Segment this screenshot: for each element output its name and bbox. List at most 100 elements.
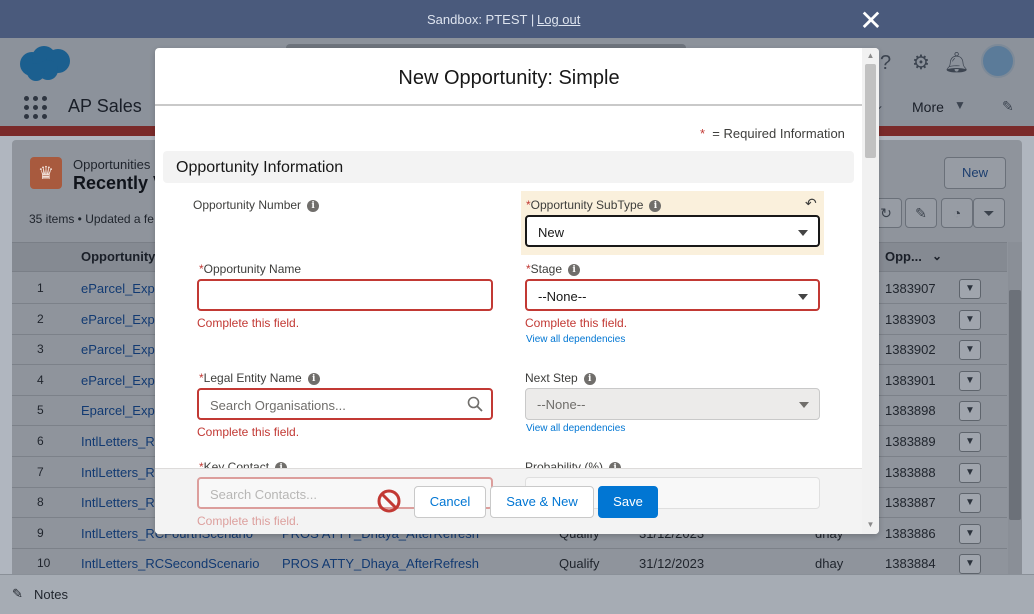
opportunity-name-link[interactable]: eParcel_Expre (81, 342, 166, 357)
opportunity-name-link[interactable]: IntlLetters_RCSecondScenario (81, 556, 260, 571)
opportunity-number-cell: 1383888 (885, 465, 936, 480)
legal-entity-label: *Legal Entity Name i (199, 371, 320, 385)
close-modal-icon[interactable]: ✕ (858, 7, 884, 35)
opportunity-number-cell: 1383907 (885, 281, 936, 296)
info-icon[interactable]: i (649, 200, 662, 212)
stage-dependencies-link[interactable]: View all dependencies (526, 334, 625, 345)
undo-icon[interactable]: ↶ (805, 195, 817, 212)
scroll-up-icon[interactable]: ▲ (864, 51, 877, 61)
opportunity-name-link[interactable]: eParcel_Expre (81, 281, 166, 296)
help-icon[interactable]: ? (880, 52, 891, 75)
opportunity-name-error: Complete this field. (197, 316, 300, 330)
notes-button[interactable]: Notes (34, 587, 68, 602)
account-name-link[interactable]: PROS ATTY_Dhaya_AfterRefresh (282, 556, 479, 571)
list-new-button[interactable]: New (944, 157, 1006, 189)
opportunity-name-label: *Opportunity Name (199, 262, 302, 276)
opportunity-number-cell: 1383902 (885, 342, 936, 357)
required-info: * = Required Information (700, 126, 845, 141)
save-and-new-button[interactable]: Save & New (490, 486, 594, 518)
chevron-down-icon[interactable]: ⌄ (932, 249, 942, 263)
opportunity-name-link[interactable]: eParcel_Expre (81, 312, 166, 327)
modal-title: New Opportunity: Simple (155, 48, 863, 106)
chevron-down-icon (799, 402, 809, 408)
edit-nav-icon[interactable]: ✎ (1002, 98, 1014, 115)
gear-icon[interactable]: ⚙ (912, 50, 930, 75)
app-name: AP Sales (68, 96, 142, 116)
opportunity-name-link[interactable]: Eparcel_Expre (81, 403, 166, 418)
row-number: 10 (37, 556, 51, 570)
list-object-label: Opportunities (73, 157, 151, 172)
list-scroll-thumb[interactable] (1009, 290, 1021, 520)
scroll-down-icon[interactable]: ▼ (864, 520, 877, 530)
cancel-button[interactable]: Cancel (414, 486, 486, 518)
filter-icon[interactable]: ⏷ (973, 198, 1005, 228)
stage-label: *Stage i (526, 262, 581, 276)
info-icon[interactable]: i (583, 373, 596, 385)
opportunity-number-label: Opportunity Number i (193, 198, 320, 212)
section-title: Opportunity Information (176, 159, 344, 176)
opportunity-number-cell: 1383886 (885, 526, 936, 541)
column-header-opp-number[interactable]: Opp... (885, 249, 922, 264)
row-number: 8 (37, 495, 44, 509)
row-number: 4 (37, 373, 44, 387)
row-number: 2 (37, 312, 44, 326)
app-launcher-icon[interactable] (24, 96, 48, 120)
utility-bar (0, 574, 1034, 614)
list-view-title[interactable]: Recently V (73, 173, 165, 194)
row-actions-chevron-icon[interactable]: ▼ (959, 340, 981, 360)
edit-icon[interactable]: ✎ (905, 198, 937, 228)
row-actions-chevron-icon[interactable]: ▼ (959, 463, 981, 483)
row-number: 3 (37, 342, 44, 356)
bell-icon[interactable]: 🔔︎ (944, 50, 969, 75)
chart-icon[interactable]: ◔ (941, 198, 973, 228)
opportunity-number-cell: 1383887 (885, 495, 936, 510)
info-icon[interactable]: i (568, 264, 581, 276)
stage-error: Complete this field. (525, 316, 628, 330)
row-actions-chevron-icon[interactable]: ▼ (959, 493, 981, 513)
next-step-select[interactable]: --None-- (525, 388, 820, 420)
opportunity-number-cell: 1383898 (885, 403, 936, 418)
new-opportunity-modal: New Opportunity: Simple ▲ ▼ * = Required… (155, 48, 879, 534)
opportunity-name-link[interactable]: IntlLetters_RC (81, 495, 164, 510)
info-icon[interactable]: i (307, 200, 320, 212)
row-actions-chevron-icon[interactable]: ▼ (959, 401, 981, 421)
stage-select[interactable]: --None-- (525, 279, 820, 311)
row-actions-chevron-icon[interactable]: ▼ (959, 310, 981, 330)
opportunity-name-input[interactable] (197, 279, 493, 311)
chevron-down-icon (798, 294, 808, 300)
info-icon[interactable]: i (307, 373, 320, 385)
next-step-dependencies-link[interactable]: View all dependencies (526, 423, 625, 434)
logout-link[interactable]: Log out (537, 12, 580, 27)
opportunity-name-link[interactable]: IntlLetters_RC (81, 465, 164, 480)
row-actions-chevron-icon[interactable]: ▼ (959, 432, 981, 452)
row-actions-chevron-icon[interactable]: ▼ (959, 554, 981, 574)
stage-cell: Qualify (559, 556, 600, 571)
opportunity-subtype-select[interactable]: New (525, 215, 820, 247)
legal-entity-error: Complete this field. (197, 425, 300, 439)
modal-scroll-thumb[interactable] (865, 64, 876, 158)
avatar[interactable] (981, 44, 1015, 78)
opportunity-subtype-label: *Opportunity SubType i (526, 198, 662, 212)
owner-alias-cell: dhay (815, 556, 844, 571)
opportunity-crown-icon: ♛ (30, 157, 62, 189)
search-icon[interactable] (467, 396, 483, 412)
more-menu[interactable]: More (912, 99, 944, 115)
chevron-down-icon[interactable]: ▼ (954, 98, 966, 112)
salesforce-logo-icon (20, 46, 70, 81)
list-meta: 35 items • Updated a fe (29, 212, 154, 226)
opportunity-name-link[interactable]: IntlLetters_RC (81, 434, 164, 449)
opportunity-name-link[interactable]: eParcel_Expre (81, 373, 166, 388)
opportunity-number-cell: 1383901 (885, 373, 936, 388)
chevron-down-icon (798, 230, 808, 236)
column-header-name[interactable]: Opportunity (81, 249, 155, 264)
legal-entity-search-input[interactable]: Search Organisations... (197, 388, 493, 420)
row-number: 1 (37, 281, 44, 295)
row-actions-chevron-icon[interactable]: ▼ (959, 371, 981, 391)
opportunity-number-cell: 1383884 (885, 556, 936, 571)
save-button[interactable]: Save (598, 486, 658, 518)
row-actions-chevron-icon[interactable]: ▼ (959, 524, 981, 544)
opportunity-number-cell: 1383889 (885, 434, 936, 449)
row-actions-chevron-icon[interactable]: ▼ (959, 279, 981, 299)
row-number: 5 (37, 403, 44, 417)
key-contact-error: Complete this field. (197, 514, 300, 528)
